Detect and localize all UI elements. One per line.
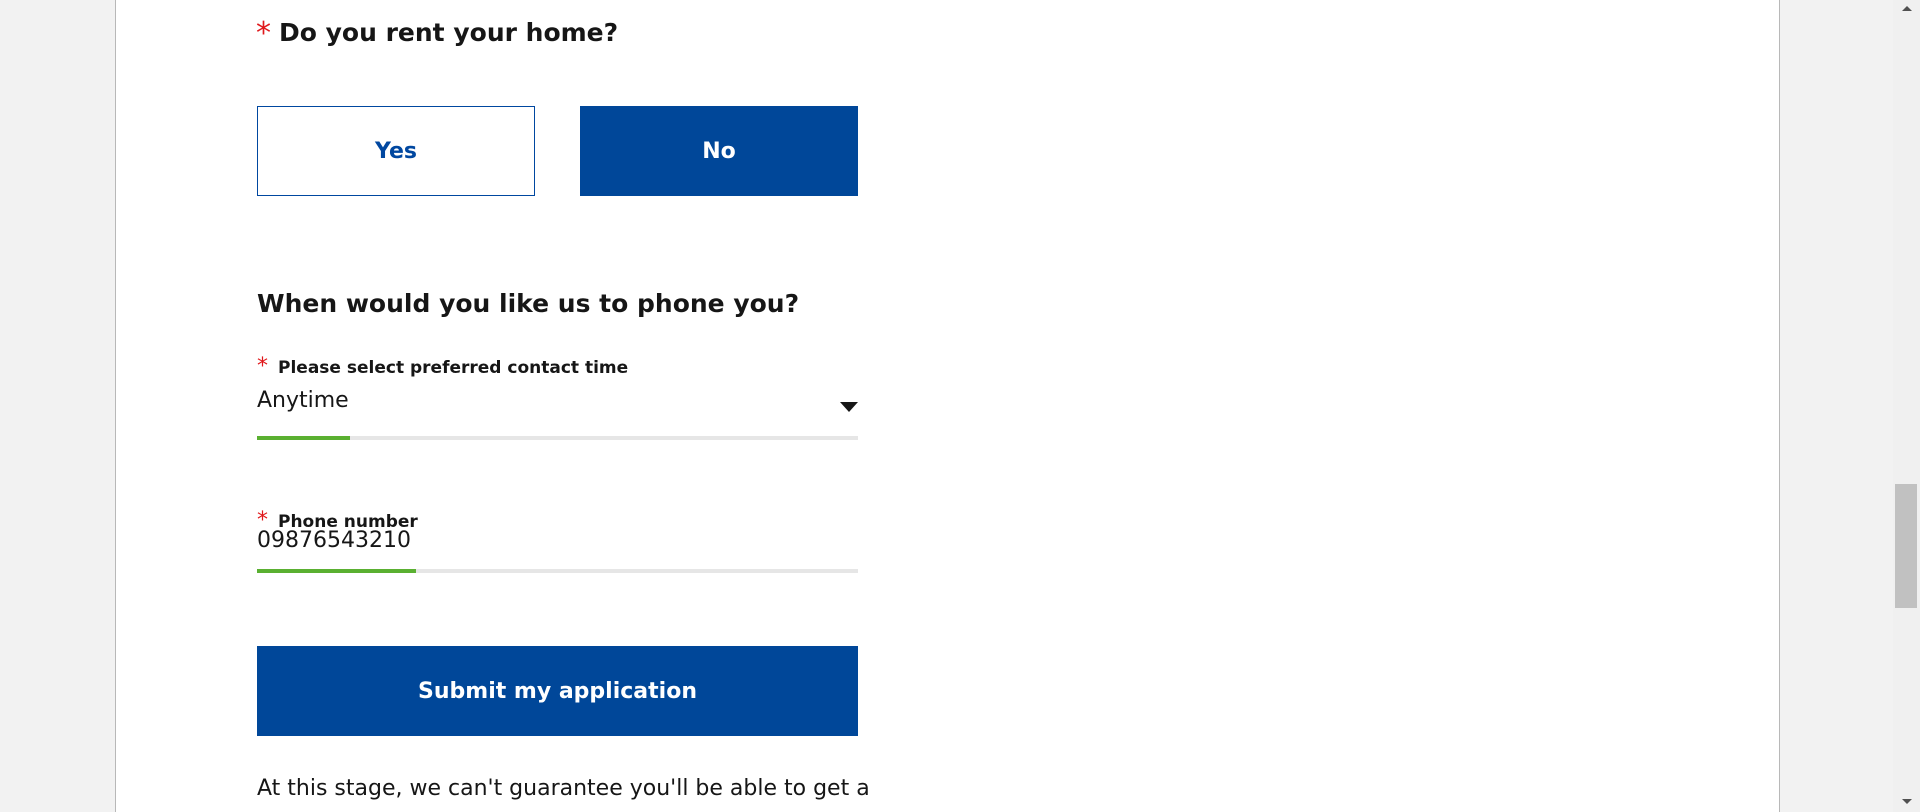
disclaimer-text: At this stage, we can't guarantee you'll… [257, 776, 870, 801]
scroll-up-arrow-icon[interactable] [1902, 6, 1912, 11]
contact-time-label-text: Please select preferred contact time [278, 358, 629, 378]
rent-no-button[interactable]: No [580, 106, 858, 196]
submit-label: Submit my application [418, 678, 697, 704]
required-marker: * [257, 354, 268, 379]
submit-application-button[interactable]: Submit my application [257, 646, 858, 736]
rent-question: * Do you rent your home? [256, 14, 619, 51]
required-marker: * [256, 16, 271, 51]
phone-progress-fill [257, 569, 417, 573]
contact-time-progress-track [257, 436, 858, 440]
contact-time-select[interactable]: Anytime [257, 388, 858, 430]
scrollbar-thumb[interactable] [1895, 484, 1917, 608]
phone-number-input[interactable] [257, 524, 858, 556]
rent-question-text: Do you rent your home? [279, 18, 619, 47]
chevron-down-icon [840, 402, 858, 412]
form-panel: * Do you rent your home? Yes No When woul… [115, 0, 1780, 812]
contact-section-heading: When would you like us to phone you? [257, 289, 800, 318]
contact-time-label: * Please select preferred contact time [257, 354, 628, 379]
vertical-scrollbar[interactable] [1893, 0, 1920, 812]
rent-no-label: No [702, 138, 736, 164]
rent-yes-label: Yes [375, 138, 417, 164]
contact-time-progress-fill [257, 436, 351, 440]
rent-yes-button[interactable]: Yes [257, 106, 535, 196]
contact-time-value: Anytime [257, 388, 349, 413]
scroll-down-arrow-icon[interactable] [1902, 799, 1912, 804]
phone-progress-track [257, 569, 858, 573]
